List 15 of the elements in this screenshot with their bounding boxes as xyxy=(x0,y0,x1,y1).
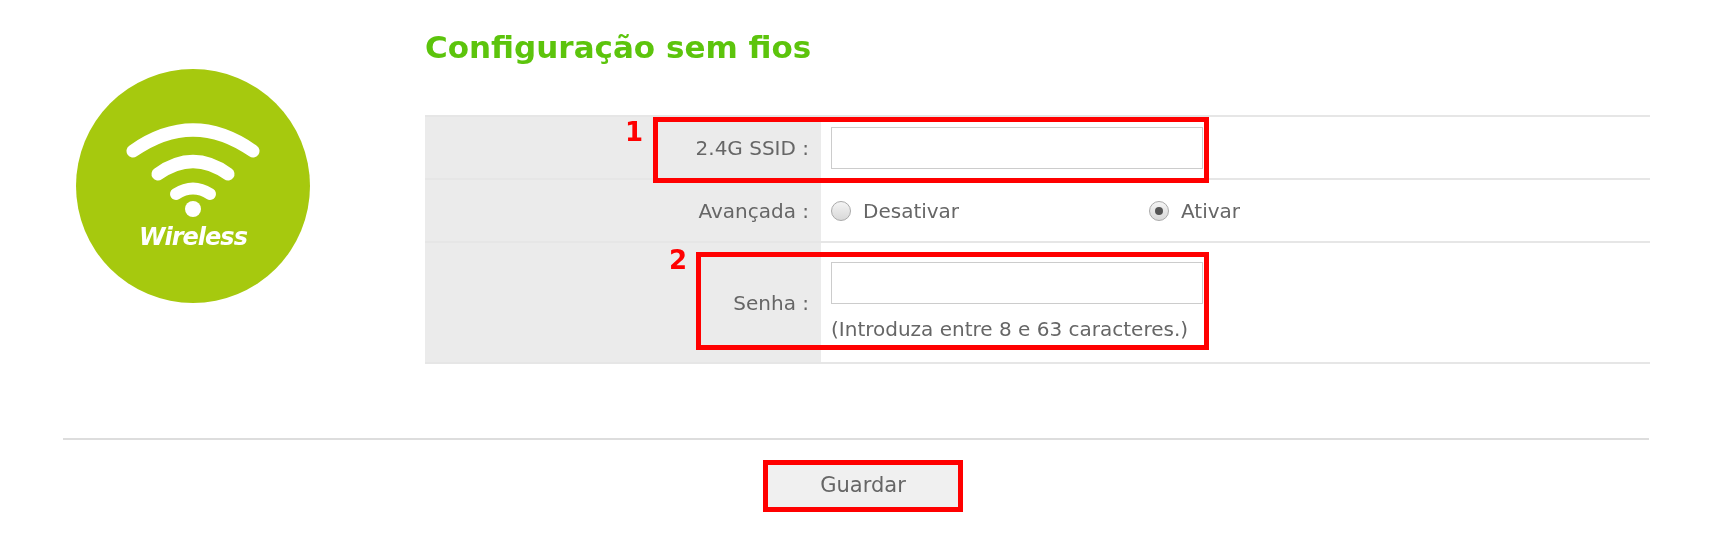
ssid-input[interactable] xyxy=(831,126,1203,169)
page-title: Configuração sem fios xyxy=(425,28,813,67)
radio-button[interactable] xyxy=(831,200,851,221)
password-hint: (Introduza entre 8 e 63 caracteres.) xyxy=(831,315,1190,343)
field-label: 2.4G SSID : xyxy=(695,134,809,162)
password-input[interactable] xyxy=(831,261,1203,304)
callout-number: 1 xyxy=(625,119,644,145)
radio-label: Desativar xyxy=(863,197,960,225)
radio-button[interactable] xyxy=(1149,200,1169,221)
field-label: Avançada : xyxy=(698,197,809,225)
save-button[interactable]: Guardar xyxy=(768,465,958,507)
logo-caption: Wireless xyxy=(139,222,247,253)
field-label: Senha : xyxy=(733,289,809,317)
radio-label: Ativar xyxy=(1181,197,1241,225)
callout-number: 2 xyxy=(669,247,688,273)
